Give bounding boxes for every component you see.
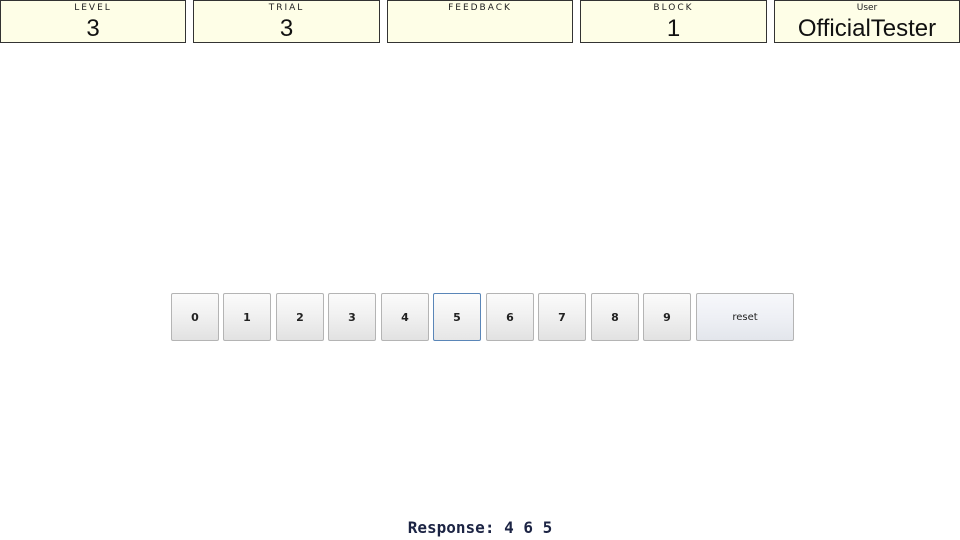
trial-label: TRIAL bbox=[268, 3, 305, 13]
level-value: 3 bbox=[86, 15, 100, 42]
feedback-label: FEEDBACK bbox=[448, 3, 512, 13]
trial-panel: TRIAL 3 bbox=[193, 0, 380, 43]
digit-button-5[interactable]: 5 bbox=[433, 293, 481, 341]
reset-button[interactable]: reset bbox=[696, 293, 794, 341]
user-label: User bbox=[856, 3, 878, 13]
digit-button-0[interactable]: 0 bbox=[171, 293, 219, 341]
digit-button-6[interactable]: 6 bbox=[486, 293, 534, 341]
block-value: 1 bbox=[666, 15, 681, 42]
digit-button-2[interactable]: 2 bbox=[276, 293, 324, 341]
block-label: BLOCK bbox=[653, 3, 694, 13]
digit-button-7[interactable]: 7 bbox=[538, 293, 586, 341]
digit-button-9[interactable]: 9 bbox=[643, 293, 691, 341]
level-panel: LEVEL 3 bbox=[0, 0, 186, 43]
user-value: OfficialTester bbox=[797, 15, 937, 42]
user-panel: User OfficialTester bbox=[774, 0, 960, 43]
digit-button-4[interactable]: 4 bbox=[381, 293, 429, 341]
response-readout: Response: 4 6 5 bbox=[407, 518, 553, 537]
digit-button-1[interactable]: 1 bbox=[223, 293, 271, 341]
digit-button-3[interactable]: 3 bbox=[328, 293, 376, 341]
feedback-panel: FEEDBACK bbox=[387, 0, 573, 43]
digit-button-8[interactable]: 8 bbox=[591, 293, 639, 341]
level-label: LEVEL bbox=[74, 3, 112, 13]
task-screen: LEVEL 3 TRIAL 3 FEEDBACK BLOCK 1 User Of… bbox=[0, 0, 960, 540]
block-panel: BLOCK 1 bbox=[580, 0, 767, 43]
trial-value: 3 bbox=[279, 15, 294, 42]
